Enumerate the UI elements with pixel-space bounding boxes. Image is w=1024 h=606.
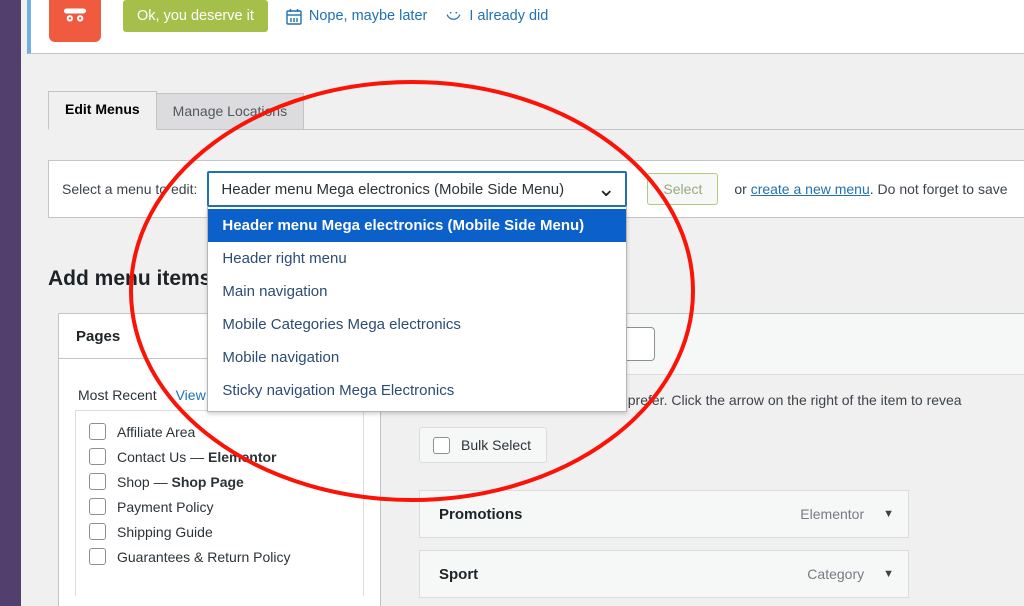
menu-select-dropdown[interactable]: Header menu Mega electronics (Mobile Sid… <box>207 171 627 207</box>
create-a-new-menu-link[interactable]: create a new menu <box>751 181 870 197</box>
pages-tab-most-recent[interactable]: Most Recent <box>78 387 157 403</box>
smiley-icon <box>445 8 462 25</box>
list-item-label: Guarantees & Return Policy <box>117 549 291 565</box>
select-tail-prefix: or <box>734 181 750 197</box>
menu-item-title: Sport <box>439 566 478 583</box>
tab-bar: Edit Menus Manage Locations <box>48 92 303 130</box>
menu-select-wrapper: Header menu Mega electronics (Mobile Sid… <box>207 171 627 207</box>
admin-sidebar <box>0 0 21 606</box>
checkbox-shop[interactable] <box>89 473 106 490</box>
ok-you-deserve-it-button[interactable]: Ok, you deserve it <box>123 0 268 32</box>
menu-select-value: Header menu Mega electronics (Mobile Sid… <box>221 181 564 198</box>
create-new-menu-text: or create a new menu. Do not forget to s… <box>734 181 1007 197</box>
tab-manage-locations[interactable]: Manage Locations <box>156 93 304 130</box>
i-already-did-label: I already did <box>469 8 548 24</box>
calendar-icon <box>286 8 302 25</box>
skateboard-icon <box>49 0 101 42</box>
checkbox-affiliate-area[interactable] <box>89 423 106 440</box>
menu-option-1[interactable]: Header right menu <box>208 242 626 275</box>
checkbox-payment-policy[interactable] <box>89 498 106 515</box>
chevron-down-icon: ⌄ <box>597 185 615 194</box>
select-menu-label: Select a menu to edit: <box>62 181 197 197</box>
checkbox-guarantees-return-policy[interactable] <box>89 548 106 565</box>
list-item-label: Payment Policy <box>117 499 213 515</box>
menu-option-5[interactable]: Sticky navigation Mega Electronics <box>208 374 626 407</box>
menu-option-0[interactable]: Header menu Mega electronics (Mobile Sid… <box>208 209 626 242</box>
pages-checkbox-list: Affiliate Area Contact Us — Elementor Sh… <box>75 410 364 596</box>
menu-select-options-list[interactable]: Header menu Mega electronics (Mobile Sid… <box>207 207 627 412</box>
menu-item-meta: Category ▼ <box>807 566 894 582</box>
select-button[interactable]: Select <box>647 173 718 205</box>
nope-maybe-later-link[interactable]: Nope, maybe later <box>286 8 427 25</box>
tab-underline <box>48 129 1024 130</box>
triangle-down-icon[interactable]: ▼ <box>883 568 894 580</box>
menu-item-meta: Elementor ▼ <box>800 506 894 522</box>
checkbox-shipping-guide[interactable] <box>89 523 106 540</box>
menu-item-row-sport[interactable]: Sport Category ▼ <box>419 550 909 598</box>
checkbox-contact-us[interactable] <box>89 448 106 465</box>
checkbox-bulk-select[interactable] <box>433 437 450 454</box>
menu-option-2[interactable]: Main navigation <box>208 275 626 308</box>
add-menu-items-heading: Add menu items <box>48 267 211 291</box>
list-item[interactable]: Payment Policy <box>86 494 353 519</box>
menu-option-4[interactable]: Mobile navigation <box>208 341 626 374</box>
list-item[interactable]: Guarantees & Return Policy <box>86 544 353 569</box>
list-item-label: Shop — Shop Page <box>117 474 244 490</box>
notice-banner: Ok, you deserve it Nope, maybe later I a… <box>27 0 1024 54</box>
menu-item-type: Category <box>807 566 864 582</box>
list-item-label: Contact Us — Elementor <box>117 449 277 465</box>
select-tail-suffix: . Do not forget to save <box>870 181 1008 197</box>
menu-option-3[interactable]: Mobile Categories Mega electronics <box>208 308 626 341</box>
tab-edit-menus[interactable]: Edit Menus <box>48 91 157 130</box>
list-item[interactable]: Shipping Guide <box>86 519 353 544</box>
list-item-label: Shipping Guide <box>117 524 213 540</box>
list-item[interactable]: Contact Us — Elementor <box>86 444 353 469</box>
list-item[interactable]: Shop — Shop Page <box>86 469 353 494</box>
list-item[interactable]: Affiliate Area <box>86 419 353 444</box>
menu-item-title: Promotions <box>439 506 522 523</box>
i-already-did-link[interactable]: I already did <box>445 8 548 25</box>
bulk-select-control[interactable]: Bulk Select <box>419 427 547 463</box>
bulk-select-label: Bulk Select <box>461 437 531 453</box>
select-menu-bar: Select a menu to edit: Header menu Mega … <box>48 160 1024 218</box>
menu-item-type: Elementor <box>800 506 864 522</box>
menu-item-row-promotions[interactable]: Promotions Elementor ▼ <box>419 490 909 538</box>
triangle-down-icon[interactable]: ▼ <box>883 508 894 520</box>
nope-maybe-later-label: Nope, maybe later <box>309 8 427 24</box>
list-item-label: Affiliate Area <box>117 424 195 440</box>
